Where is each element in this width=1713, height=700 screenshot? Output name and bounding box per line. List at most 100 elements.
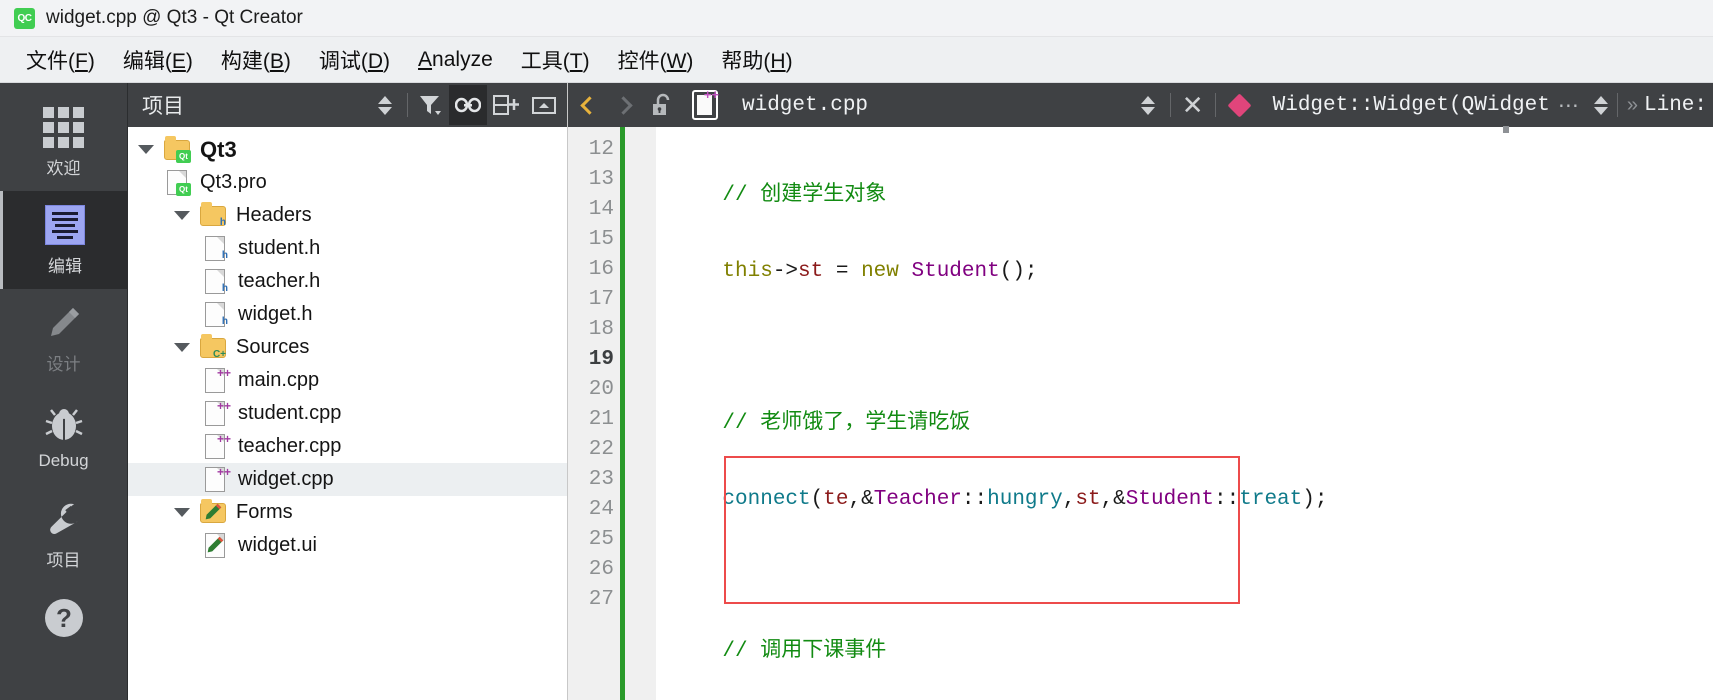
line-number: 13 <box>588 168 614 191</box>
tree-item-widget-h[interactable]: h widget.h <box>128 298 567 331</box>
tree-item-main-cpp[interactable]: ++ main.cpp <box>128 364 567 397</box>
file-cpp-icon: ++ <box>202 367 231 394</box>
folder-h-icon: h <box>200 202 227 229</box>
nav-forward-icon[interactable] <box>606 83 644 127</box>
split-add-icon[interactable] <box>487 85 525 125</box>
tree-label: Headers <box>236 204 312 226</box>
editor-filename[interactable]: widget.cpp <box>742 94 868 117</box>
tree-label: Sources <box>236 336 310 358</box>
qt-creator-window: QC widget.cpp @ Qt3 - Qt Creator 文件(F) 编… <box>0 0 1713 700</box>
symbol-overflow-ellipsis: ⋯ <box>1557 93 1580 117</box>
title-bar: QC widget.cpp @ Qt3 - Qt Creator <box>0 0 1713 37</box>
tree-label: widget.ui <box>238 534 317 556</box>
menu-build[interactable]: 构建(B) <box>207 42 305 78</box>
menu-analyze[interactable]: Analyze <box>404 45 507 75</box>
sort-updown-icon[interactable] <box>366 85 404 125</box>
menu-debug[interactable]: 调试(D) <box>305 42 404 78</box>
sidebar-item-welcome[interactable]: 欢迎 <box>0 93 128 191</box>
symbol-selector[interactable]: Widget::Widget(QWidget <box>1273 94 1550 117</box>
code-text[interactable]: // 创建学生对象 this->st = new Student(); // 老… <box>656 127 1713 700</box>
tree-label: Forms <box>236 501 293 523</box>
tree-label: teacher.cpp <box>238 435 342 457</box>
filter-funnel-icon[interactable] <box>411 85 449 125</box>
scrollbar-marker[interactable] <box>1503 126 1509 133</box>
nav-back-icon[interactable] <box>568 83 606 127</box>
file-h-icon: h <box>202 301 229 328</box>
tree-label: student.h <box>238 237 321 259</box>
mode-sidebar: 欢迎 编辑 设计 Debug 项目 ? <box>0 83 128 700</box>
line-indicator-label: Line: <box>1643 93 1707 117</box>
window-title: widget.cpp @ Qt3 - Qt Creator <box>46 7 303 28</box>
expand-arrow-icon[interactable] <box>128 145 164 154</box>
app-logo-icon: QC <box>14 7 35 29</box>
menu-file[interactable]: 文件(F) <box>12 42 109 78</box>
help-button[interactable]: ? <box>0 583 128 653</box>
tree-item-widget-ui[interactable]: widget.ui <box>128 529 567 562</box>
line-number: 17 <box>588 288 614 311</box>
grid-icon <box>43 105 84 149</box>
sidebar-item-design[interactable]: 设计 <box>0 289 128 387</box>
code-view[interactable]: 12 13 14 15 16 17 18 19 20 21 22 23 24 2… <box>568 126 1713 700</box>
pencil-overlay-icon <box>205 503 222 520</box>
collapse-panel-icon[interactable] <box>525 85 563 125</box>
sidebar-label-edit: 编辑 <box>48 257 82 276</box>
expand-arrow-icon[interactable] <box>164 508 200 517</box>
svg-text:?: ? <box>56 603 72 633</box>
tree-label: widget.h <box>238 303 313 325</box>
question-mark-icon: ? <box>41 596 87 640</box>
unlocked-padlock-icon[interactable] <box>644 83 682 127</box>
pencil-icon <box>43 301 85 345</box>
line-number-gutter: 12 13 14 15 16 17 18 19 20 21 22 23 24 2… <box>568 127 656 700</box>
tree-item-forms[interactable]: Forms <box>128 496 567 529</box>
menu-help[interactable]: 帮助(H) <box>707 42 806 78</box>
sidebar-item-edit[interactable]: 编辑 <box>0 191 128 289</box>
code-line: // 老师饿了，学生请吃饭 <box>672 412 971 435</box>
tree-label: teacher.h <box>238 270 321 292</box>
sidebar-label-debug: Debug <box>38 450 89 470</box>
file-cpp-icon: ++ <box>202 466 231 493</box>
line-number-current: 19 <box>588 348 614 371</box>
tree-item-student-cpp[interactable]: ++ student.cpp <box>128 397 567 430</box>
tree-item-qt3[interactable]: Qt Qt3 <box>128 133 567 166</box>
link-sync-icon[interactable] <box>449 85 487 125</box>
toolbar-more-icon[interactable]: » <box>1627 94 1638 117</box>
tree-item-teacher-h[interactable]: h teacher.h <box>128 265 567 298</box>
symbol-dropdown-icon[interactable] <box>1588 83 1614 127</box>
tree-item-headers[interactable]: h Headers <box>128 199 567 232</box>
expand-arrow-icon[interactable] <box>164 343 200 352</box>
main-body: 欢迎 编辑 设计 Debug 项目 ? 项目 Qt Qt3 Qt Qt3.pro… <box>0 83 1713 700</box>
tree-item-widget-cpp[interactable]: ++ widget.cpp <box>128 463 567 496</box>
sidebar-label-welcome: 欢迎 <box>46 159 81 178</box>
sidebar-item-debug[interactable]: Debug <box>0 387 128 485</box>
line-number: 26 <box>588 558 614 581</box>
file-ui-icon <box>202 532 229 559</box>
project-panel-header: 项目 <box>128 83 567 127</box>
code-line: // 调用下课事件 <box>672 640 887 663</box>
menu-widgets[interactable]: 控件(W) <box>604 42 708 78</box>
tree-label: student.cpp <box>238 402 342 424</box>
file-h-icon: h <box>202 235 229 262</box>
tree-item-student-h[interactable]: h student.h <box>128 232 567 265</box>
tree-item-qt3-pro[interactable]: Qt Qt3.pro <box>128 166 567 199</box>
tree-item-teacher-cpp[interactable]: ++ teacher.cpp <box>128 430 567 463</box>
wrench-icon <box>43 497 85 541</box>
editor-toolbar: ++ widget.cpp ✕ Widget::Widget(QWidget ⋯… <box>568 83 1713 127</box>
sidebar-label-design: 设计 <box>46 355 81 374</box>
project-panel: 项目 Qt Qt3 Qt Qt3.pro h Headers h student… <box>128 83 568 700</box>
line-number: 21 <box>588 408 614 431</box>
folder-qt-icon: Qt <box>164 136 191 163</box>
toolbar-divider <box>1214 93 1216 117</box>
file-dropdown-icon[interactable] <box>1129 83 1167 127</box>
close-icon[interactable]: ✕ <box>1174 83 1212 127</box>
menu-edit[interactable]: 编辑(E) <box>109 42 207 78</box>
expand-arrow-icon[interactable] <box>164 211 200 220</box>
project-panel-title: 项目 <box>142 95 184 118</box>
project-tree[interactable]: Qt Qt3 Qt Qt3.pro h Headers h student.h … <box>128 127 567 700</box>
file-cpp-icon: ++ <box>202 400 231 427</box>
sidebar-item-projects[interactable]: 项目 <box>0 485 128 583</box>
editor-area: ++ widget.cpp ✕ Widget::Widget(QWidget ⋯… <box>568 83 1713 700</box>
tree-item-sources[interactable]: C+ Sources <box>128 331 567 364</box>
code-line: this->st = new Student(); <box>672 260 1038 283</box>
menu-tools[interactable]: 工具(T) <box>507 42 604 78</box>
